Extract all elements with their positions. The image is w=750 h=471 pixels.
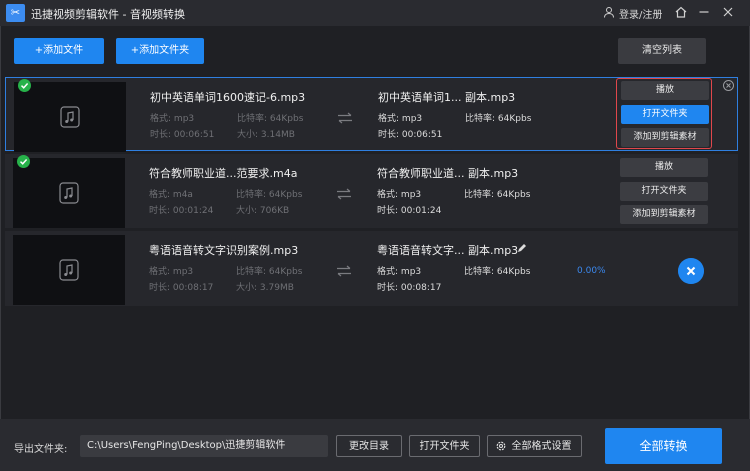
source-bitrate: 比特率: 64Kpbs [236,190,303,200]
file-row[interactable]: 初中英语单词1600速记-6.mp3 格式: mp3 比特率: 64Kpbs 时… [5,77,738,152]
output-bitrate: 比特率: 64Kpbs [464,190,531,200]
play-button[interactable]: 播放 [621,81,709,100]
conversion-progress: 0.00% [577,266,606,276]
minimize-icon[interactable] [697,5,711,19]
check-icon [17,155,30,168]
app-logo-icon: ✂ [6,4,25,22]
source-format: 格式: mp3 [150,114,195,124]
title-bar: ✂ 迅捷视频剪辑软件 - 音视频转换 登录/注册 [0,0,750,26]
file-thumbnail [13,158,125,228]
bottom-bar: 导出文件夹: C:\Users\FengPing\Desktop\迅捷剪辑软件 … [0,419,750,471]
output-format: 格式: mp3 [378,114,423,124]
clear-list-button[interactable]: 清空列表 [618,38,706,64]
source-file-name: 初中英语单词1600速记-6.mp3 [150,91,306,104]
add-file-button[interactable]: +添加文件 [14,38,104,64]
source-file-name: 符合教师职业道...范要求.m4a [149,167,298,180]
music-file-icon [60,106,80,128]
open-folder-button[interactable]: 打开文件夹 [621,105,709,124]
user-icon[interactable] [603,6,615,18]
change-directory-button[interactable]: 更改目录 [336,435,402,457]
music-file-icon [59,259,79,281]
file-thumbnail [14,82,126,152]
edit-icon[interactable] [517,243,527,253]
play-button[interactable]: 播放 [620,158,708,177]
format-settings-button[interactable]: 全部格式设置 [487,435,582,457]
remove-file-icon[interactable] [723,80,734,91]
source-format: 格式: mp3 [149,267,194,277]
gear-icon [496,441,506,451]
convert-arrow-icon [338,112,352,124]
source-bitrate: 比特率: 64Kpbs [236,267,303,277]
source-duration: 时长: 00:08:17 [149,283,214,293]
source-size: 大小: 706KB [236,206,290,216]
source-duration: 时长: 00:01:24 [149,206,214,216]
convert-arrow-icon [337,188,351,200]
login-register-link[interactable]: 登录/注册 [619,6,662,21]
file-row[interactable]: 粤语语音转文字识别案例.mp3 格式: mp3 比特率: 64Kpbs 时长: … [5,231,738,306]
source-format: 格式: m4a [149,190,193,200]
format-settings-label: 全部格式设置 [511,441,572,452]
app-title: 迅捷视频剪辑软件 - 音视频转换 [31,8,185,21]
home-icon[interactable] [674,5,688,19]
output-duration: 时长: 00:08:17 [377,283,442,293]
open-export-folder-button[interactable]: 打开文件夹 [409,435,480,457]
output-file-name: 初中英语单词1... 副本.mp3 [378,91,516,104]
output-duration: 时长: 00:01:24 [377,206,442,216]
file-thumbnail [13,235,125,305]
source-duration: 时长: 00:06:51 [150,130,215,140]
source-bitrate: 比特率: 64Kpbs [237,114,304,124]
close-icon[interactable] [721,5,735,19]
export-path-field[interactable]: C:\Users\FengPing\Desktop\迅捷剪辑软件 [80,435,328,457]
source-size: 大小: 3.14MB [237,130,295,140]
add-folder-button[interactable]: +添加文件夹 [116,38,204,64]
output-format: 格式: mp3 [377,190,422,200]
output-file-name: 符合教师职业道... 副本.mp3 [377,167,519,180]
file-row[interactable]: 符合教师职业道...范要求.m4a 格式: m4a 比特率: 64Kpbs 时长… [5,154,738,228]
output-bitrate: 比特率: 64Kpbs [464,267,531,277]
add-to-material-button[interactable]: 添加到剪辑素材 [620,205,708,224]
cancel-conversion-button[interactable] [678,258,704,284]
add-to-material-button[interactable]: 添加到剪辑素材 [621,128,709,147]
check-icon [18,79,31,92]
source-file-name: 粤语语音转文字识别案例.mp3 [149,244,299,257]
open-folder-button[interactable]: 打开文件夹 [620,182,708,201]
output-duration: 时长: 00:06:51 [378,130,443,140]
output-file-name: 粤语语音转文字... 副本.mp3 [377,244,519,257]
convert-all-button[interactable]: 全部转换 [605,428,722,464]
convert-arrow-icon [337,265,351,277]
output-format: 格式: mp3 [377,267,422,277]
source-size: 大小: 3.79MB [236,283,294,293]
music-file-icon [59,182,79,204]
export-folder-label: 导出文件夹: [14,444,68,455]
output-bitrate: 比特率: 64Kpbs [465,114,532,124]
